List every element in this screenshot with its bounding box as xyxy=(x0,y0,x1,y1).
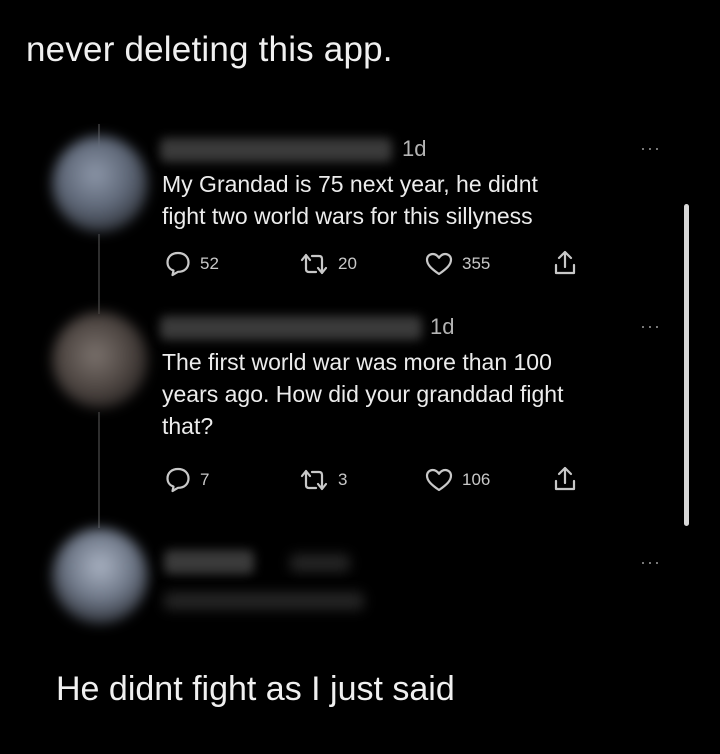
timestamp: 1d xyxy=(402,136,427,161)
tweet-text-line: The first world war was more than 100 xyxy=(162,349,552,375)
reply-button[interactable]: 7 xyxy=(164,466,209,494)
like-button[interactable]: 355 xyxy=(424,250,490,278)
more-options-icon[interactable]: ··· xyxy=(640,552,661,573)
like-count: 106 xyxy=(462,470,491,489)
share-icon xyxy=(554,466,576,491)
avatar[interactable] xyxy=(52,528,148,624)
share-button[interactable] xyxy=(552,464,578,494)
scrollbar[interactable] xyxy=(684,204,689,526)
retweet-count: 20 xyxy=(338,254,357,273)
tweet-text-line: fight two world wars for this sillyness xyxy=(162,203,533,229)
username-redacted[interactable] xyxy=(164,550,254,574)
avatar[interactable] xyxy=(52,312,148,408)
share-button[interactable] xyxy=(552,248,578,278)
retweet-count: 3 xyxy=(338,470,348,489)
timestamp-redacted xyxy=(290,554,350,572)
retweet-icon xyxy=(300,253,328,275)
tweet-text-line: My Grandad is 75 next year, he didnt xyxy=(162,171,538,197)
caption-top: never deleting this app. xyxy=(26,30,393,69)
retweet-icon xyxy=(300,469,328,491)
reply-button[interactable]: 52 xyxy=(164,250,219,278)
retweet-button[interactable]: 3 xyxy=(298,466,347,494)
timestamp: 1d xyxy=(430,314,455,339)
avatar[interactable] xyxy=(52,136,148,232)
thread-line xyxy=(98,234,100,314)
share-icon xyxy=(554,250,576,275)
speech-bubble-icon xyxy=(166,467,190,493)
like-button[interactable]: 106 xyxy=(424,466,490,494)
tweet-text-line: that? xyxy=(162,413,214,439)
speech-bubble-icon xyxy=(166,251,190,277)
retweet-button[interactable]: 20 xyxy=(298,250,357,278)
caption-bottom: He didnt fight as I just said xyxy=(56,670,455,708)
tweet-text-line: years ago. How did your granddad fight xyxy=(162,381,564,407)
thread-line xyxy=(98,412,100,528)
heart-icon xyxy=(425,252,453,276)
username-redacted[interactable] xyxy=(160,138,392,162)
more-options-icon[interactable]: ··· xyxy=(640,316,661,337)
reply-count: 7 xyxy=(200,470,210,489)
heart-icon xyxy=(425,468,453,492)
more-options-icon[interactable]: ··· xyxy=(640,138,661,159)
like-count: 355 xyxy=(462,254,491,273)
tweet-text-redacted xyxy=(164,592,364,610)
username-redacted[interactable] xyxy=(160,316,422,340)
reply-count: 52 xyxy=(200,254,219,273)
tweet-text: My Grandad is 75 next year, he didnt fig… xyxy=(162,168,538,232)
tweet-text: The first world war was more than 100 ye… xyxy=(162,346,563,442)
